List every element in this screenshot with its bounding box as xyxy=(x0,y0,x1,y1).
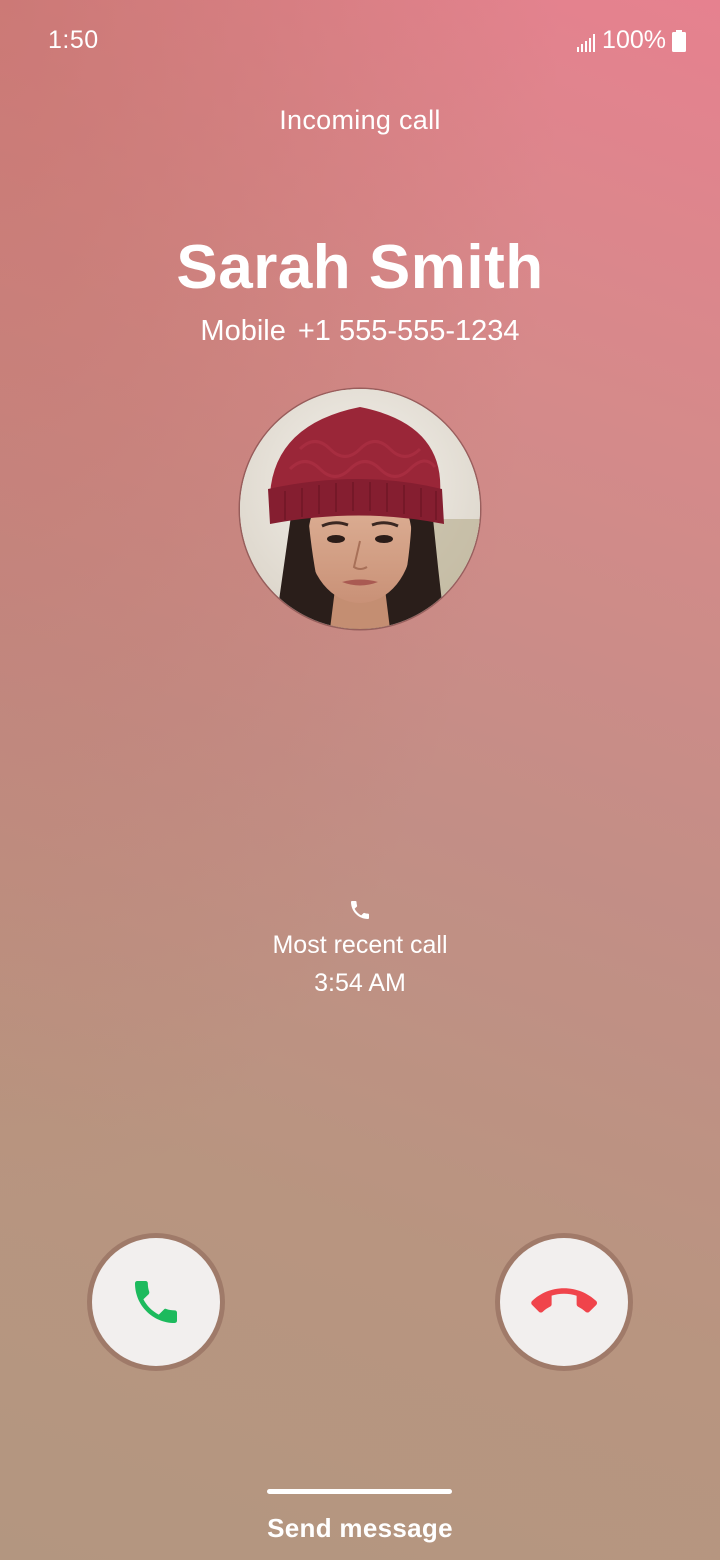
status-time: 1:50 xyxy=(48,26,99,54)
call-status-label: Incoming call xyxy=(279,105,441,135)
phone-hangup-icon xyxy=(531,1288,597,1313)
most-recent-call: Most recent call 3:54 AM xyxy=(0,898,720,998)
phone-number: +1 555-555-1234 xyxy=(297,315,520,347)
contact-photo xyxy=(240,389,480,629)
battery-icon xyxy=(672,29,686,52)
recent-call-label: Most recent call xyxy=(272,931,448,959)
incoming-call-screen: 1:50 100% Incoming call Sarah Smith Mobi… xyxy=(0,0,720,1560)
recent-call-time: 3:54 AM xyxy=(314,969,406,997)
status-bar: 1:50 100% xyxy=(0,24,720,60)
decline-call-button[interactable] xyxy=(500,1238,628,1366)
contact-avatar xyxy=(240,389,480,629)
accept-call-button[interactable] xyxy=(92,1238,220,1366)
phone-accept-icon xyxy=(135,1281,177,1323)
send-message-button[interactable]: Send message xyxy=(0,1513,720,1544)
caller-number: Mobile +1 555-555-1234 xyxy=(0,315,720,348)
number-type: Mobile xyxy=(200,315,286,347)
battery-percent: 100% xyxy=(602,26,666,54)
signal-icon xyxy=(576,31,596,52)
status-indicators: 100% xyxy=(576,26,686,55)
caller-name: Sarah Smith xyxy=(176,233,544,302)
send-message-handle[interactable] xyxy=(267,1489,452,1494)
phone-icon xyxy=(348,898,372,922)
